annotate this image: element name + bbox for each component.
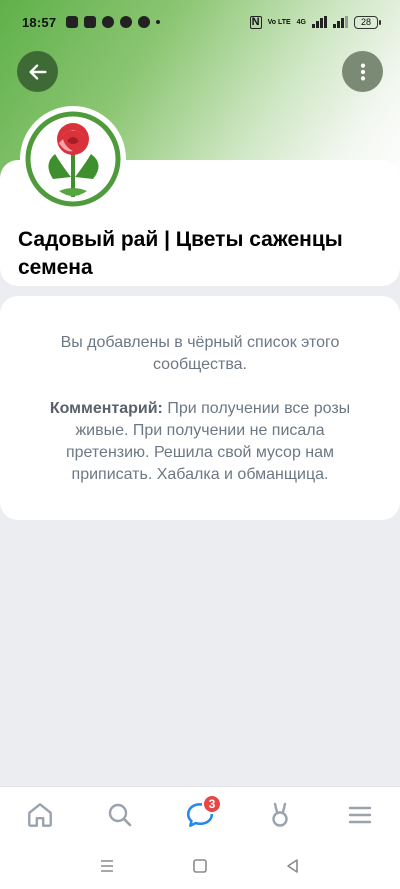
nfc-icon: N (249, 15, 262, 29)
search-icon (108, 803, 132, 826)
status-right: N Vo LTE 4G 28 (249, 15, 381, 29)
recent-apps-icon[interactable] (98, 857, 116, 875)
battery-icon: 28 (354, 15, 381, 29)
vk-icon (84, 16, 97, 28)
blacklist-message-card: Вы добавлены в чёрный список этого сообщ… (0, 296, 400, 520)
network-type: 4G (296, 18, 306, 26)
back-button[interactable] (17, 51, 58, 92)
hamburger-icon (348, 806, 372, 823)
volte-indicator: Vo LTE (267, 18, 291, 26)
signal-icon (333, 16, 348, 28)
check-icon (138, 16, 151, 28)
status-time: 18:57 (22, 14, 57, 30)
unread-badge: 3 (202, 793, 222, 814)
more-options-button[interactable] (342, 51, 383, 92)
system-navigation-bar (0, 842, 400, 889)
more-notifications-icon (156, 20, 161, 24)
app-icon (120, 16, 133, 28)
tab-home[interactable] (15, 790, 65, 840)
arrow-left-icon (28, 63, 47, 80)
signal-icon (312, 16, 327, 28)
tab-messages[interactable]: 3 (175, 790, 225, 840)
app-icon (102, 16, 115, 28)
more-vertical-icon (360, 62, 365, 81)
instagram-icon (66, 16, 79, 28)
notification-icons (66, 16, 161, 28)
tab-menu[interactable] (335, 790, 385, 840)
blacklist-notice: Вы добавлены в чёрный список этого сообщ… (60, 334, 340, 373)
tab-clips[interactable] (255, 790, 305, 840)
comment-label: Комментарий: (49, 400, 163, 417)
back-nav-icon[interactable] (284, 857, 302, 875)
group-avatar[interactable] (20, 106, 126, 212)
status-bar: 18:57 N Vo LTE 4G 28 (0, 0, 400, 44)
rose-logo-icon (25, 111, 121, 207)
clips-icon (272, 802, 288, 827)
home-icon (28, 802, 52, 827)
home-nav-icon[interactable] (191, 857, 209, 875)
bottom-tab-bar: 3 (0, 786, 400, 842)
tab-search[interactable] (95, 790, 145, 840)
group-title: Садовый рай | Цветы саженцы семена (18, 228, 343, 279)
blacklist-comment: Комментарий: При получении все розы живы… (40, 398, 360, 486)
battery-level: 28 (360, 17, 371, 27)
